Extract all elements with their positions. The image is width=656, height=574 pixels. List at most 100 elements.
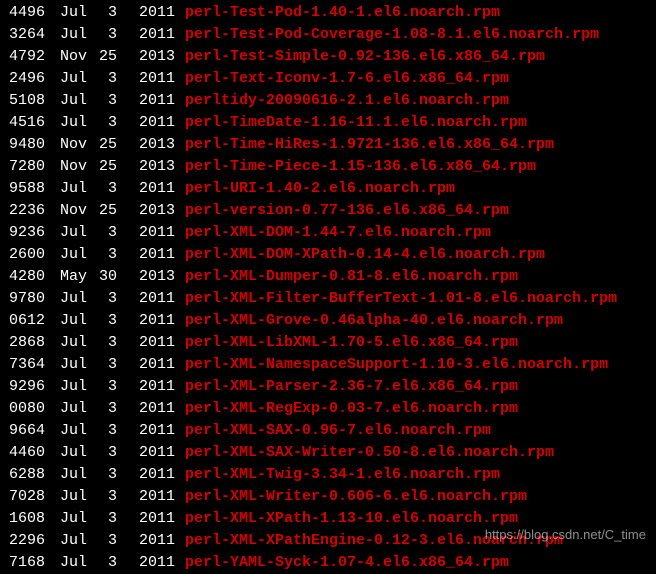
list-row: 4280May302013perl-XML-Dumper-0.81-8.el6.…: [0, 266, 656, 288]
file-name: perl-XML-SAX-0.96-7.el6.noarch.rpm: [185, 420, 656, 442]
file-size: 4496: [0, 2, 45, 24]
file-size: 0080: [0, 398, 45, 420]
list-row: 2496Jul32011perl-Text-Iconv-1.7-6.el6.x8…: [0, 68, 656, 90]
file-size: 7280: [0, 156, 45, 178]
file-day: 3: [87, 530, 117, 552]
gap: [175, 288, 185, 310]
file-day: 3: [87, 398, 117, 420]
file-month: Jul: [45, 354, 87, 376]
file-day: 3: [87, 288, 117, 310]
file-size: 9236: [0, 222, 45, 244]
file-day: 3: [87, 376, 117, 398]
list-row: 5108Jul32011perltidy-20090616-2.1.el6.no…: [0, 90, 656, 112]
gap: [175, 222, 185, 244]
file-year: 2011: [117, 376, 175, 398]
file-year: 2011: [117, 24, 175, 46]
file-month: Jul: [45, 68, 87, 90]
gap: [175, 266, 185, 288]
file-month: Jul: [45, 530, 87, 552]
gap: [175, 398, 185, 420]
file-month: Jul: [45, 398, 87, 420]
file-month: May: [45, 266, 87, 288]
file-year: 2011: [117, 552, 175, 574]
gap: [175, 376, 185, 398]
list-row: 2600Jul32011perl-XML-DOM-XPath-0.14-4.el…: [0, 244, 656, 266]
file-listing: 4496Jul32011perl-Test-Pod-1.40-1.el6.noa…: [0, 2, 656, 574]
list-row: 3264Jul32011 perl-Test-Pod-Coverage-1.08-…: [0, 24, 656, 46]
gap: [175, 2, 185, 24]
file-name: perl-XML-Writer-0.606-6.el6.noarch.rpm: [185, 486, 656, 508]
file-year: 2011: [117, 420, 175, 442]
file-month: Jul: [45, 376, 87, 398]
gap: [175, 310, 185, 332]
file-name: perl-XML-Filter-BufferText-1.01-8.el6.no…: [185, 288, 656, 310]
file-day: 3: [87, 420, 117, 442]
list-row: 0612Jul32011perl-XML-Grove-0.46alpha-40.…: [0, 310, 656, 332]
file-month: Jul: [45, 24, 87, 46]
file-size: 9296: [0, 376, 45, 398]
gap: [175, 354, 185, 376]
file-year: 2011: [117, 2, 175, 24]
file-month: Nov: [45, 46, 87, 68]
gap: [175, 200, 185, 222]
file-day: 25: [87, 46, 117, 68]
file-month: Jul: [45, 310, 87, 332]
list-row: 7280Nov252013perl-Time-Piece-1.15-136.el…: [0, 156, 656, 178]
file-year: 2011: [117, 244, 175, 266]
file-year: 2011: [117, 354, 175, 376]
file-name: perl-XML-DOM-1.44-7.el6.noarch.rpm: [185, 222, 656, 244]
file-month: Jul: [45, 244, 87, 266]
gap: [175, 46, 185, 68]
list-row: 6288Jul32011perl-XML-Twig-3.34-1.el6.noa…: [0, 464, 656, 486]
file-size: 4280: [0, 266, 45, 288]
file-name: perl-XML-Grove-0.46alpha-40.el6.noarch.r…: [185, 310, 656, 332]
file-size: 9480: [0, 134, 45, 156]
file-year: 2011: [117, 530, 175, 552]
file-day: 3: [87, 178, 117, 200]
file-month: Nov: [45, 200, 87, 222]
file-size: 9664: [0, 420, 45, 442]
list-row: 7168Jul32011perl-YAML-Syck-1.07-4.el6.x8…: [0, 552, 656, 574]
file-name: perl-XML-NamespaceSupport-1.10-3.el6.noa…: [185, 354, 656, 376]
file-month: Nov: [45, 134, 87, 156]
gap: [175, 90, 185, 112]
file-day: 3: [87, 90, 117, 112]
gap: [175, 156, 185, 178]
file-size: 7028: [0, 486, 45, 508]
list-row: 4460Jul32011perl-XML-SAX-Writer-0.50-8.e…: [0, 442, 656, 464]
gap: [175, 420, 185, 442]
file-day: 3: [87, 24, 117, 46]
file-size: 2868: [0, 332, 45, 354]
file-name: perl-Text-Iconv-1.7-6.el6.x86_64.rpm: [185, 68, 656, 90]
file-day: 3: [87, 508, 117, 530]
gap: [175, 442, 185, 464]
file-day: 3: [87, 486, 117, 508]
file-name: perl-Test-Pod-Coverage-1.08-8.1.el6.noar…: [185, 24, 656, 46]
file-month: Jul: [45, 2, 87, 24]
file-day: 3: [87, 68, 117, 90]
list-row: 0080Jul32011perl-XML-RegExp-0.03-7.el6.n…: [0, 398, 656, 420]
file-size: 7364: [0, 354, 45, 376]
file-size: 4460: [0, 442, 45, 464]
file-size: 2496: [0, 68, 45, 90]
file-month: Nov: [45, 156, 87, 178]
file-size: 2600: [0, 244, 45, 266]
file-day: 3: [87, 310, 117, 332]
file-day: 3: [87, 2, 117, 24]
file-year: 2011: [117, 442, 175, 464]
file-name: perl-TimeDate-1.16-11.1.el6.noarch.rpm: [185, 112, 656, 134]
file-size: 7168: [0, 552, 45, 574]
file-size: 3264: [0, 24, 45, 46]
list-row: 4792Nov252013perl-Test-Simple-0.92-136.e…: [0, 46, 656, 68]
file-year: 2011: [117, 222, 175, 244]
file-day: 3: [87, 244, 117, 266]
file-day: 25: [87, 200, 117, 222]
file-year: 2011: [117, 486, 175, 508]
file-year: 2011: [117, 178, 175, 200]
file-year: 2011: [117, 90, 175, 112]
list-row: 9780Jul32011perl-XML-Filter-BufferText-1…: [0, 288, 656, 310]
gap: [175, 112, 185, 134]
gap: [175, 244, 185, 266]
file-year: 2011: [117, 310, 175, 332]
file-name: perl-Test-Simple-0.92-136.el6.x86_64.rpm: [185, 46, 656, 68]
